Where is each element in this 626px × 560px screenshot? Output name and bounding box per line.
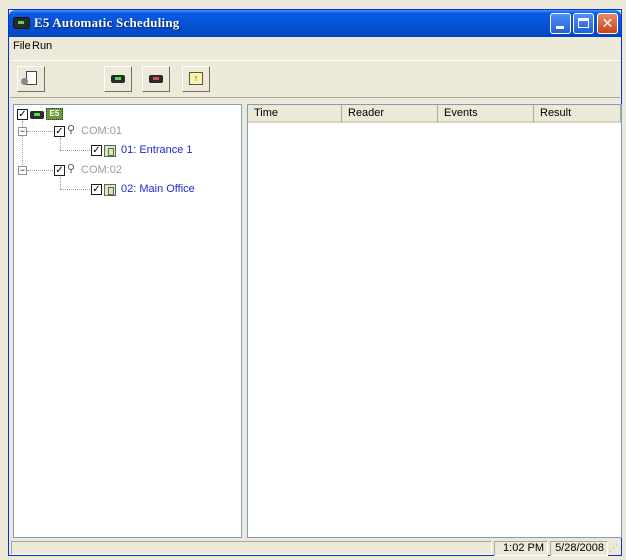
reader-1-label[interactable]: 01: Entrance 1 <box>121 144 193 156</box>
serial-port-icon: ⚲ <box>67 124 76 136</box>
root-checkbox[interactable]: ✓ <box>17 109 28 120</box>
column-header-time[interactable]: Time <box>248 105 342 123</box>
events-list[interactable]: Time Reader Events Result <box>247 104 622 538</box>
status-time: 1:02 PM <box>494 541 548 556</box>
reader-red-icon <box>149 75 163 83</box>
close-icon: ✕ <box>601 15 614 31</box>
app-window: E5 Automatic Scheduling ✕ File Run ↑ ✓ E… <box>8 9 622 556</box>
column-header-result[interactable]: Result <box>534 105 621 123</box>
document-settings-icon <box>21 71 37 85</box>
port-1-checkbox[interactable]: ✓ <box>54 126 65 137</box>
door-reader-icon <box>104 184 116 196</box>
stop-button[interactable] <box>142 66 170 92</box>
tree-connector <box>60 138 61 150</box>
list-header: Time Reader Events Result <box>248 105 621 123</box>
expander-port-1[interactable]: − <box>18 127 27 136</box>
reader-1-checkbox[interactable]: ✓ <box>91 145 102 156</box>
status-date: 5/28/2008 <box>550 541 608 556</box>
app-icon <box>13 17 30 29</box>
reader-green-icon <box>111 75 125 83</box>
door-reader-icon <box>104 145 116 157</box>
menu-bar: File Run <box>9 37 621 57</box>
status-bar: 1:02 PM 5/28/2008 ⋰ <box>9 540 621 556</box>
maximize-icon <box>578 18 589 28</box>
column-header-reader[interactable]: Reader <box>342 105 438 123</box>
resize-grip-icon[interactable]: ⋰ <box>609 543 619 554</box>
port-2-checkbox[interactable]: ✓ <box>54 165 65 176</box>
tree-connector <box>27 170 53 171</box>
reader-icon <box>30 111 44 119</box>
close-button[interactable]: ✕ <box>597 13 618 34</box>
menu-run[interactable]: Run <box>29 40 55 52</box>
minimize-icon <box>556 26 564 29</box>
start-button[interactable] <box>104 66 132 92</box>
upload-icon: ↑ <box>189 72 203 85</box>
reader-2-label[interactable]: 02: Main Office <box>121 183 195 195</box>
settings-button[interactable] <box>17 66 45 92</box>
minimize-button[interactable] <box>550 13 571 34</box>
port-1-label[interactable]: COM:01 <box>81 125 122 137</box>
upload-button[interactable]: ↑ <box>182 66 210 92</box>
device-tree[interactable]: ✓ E5 − ✓ ⚲ COM:01 ✓ 01: Entrance 1 − ✓ ⚲… <box>13 104 242 538</box>
title-bar[interactable]: E5 Automatic Scheduling ✕ <box>9 10 621 37</box>
expander-port-2[interactable]: − <box>18 166 27 175</box>
tree-connector <box>60 150 90 151</box>
tree-connector <box>60 189 90 190</box>
window-title: E5 Automatic Scheduling <box>34 15 180 30</box>
reader-2-checkbox[interactable]: ✓ <box>91 184 102 195</box>
tree-connector <box>27 131 53 132</box>
status-message-panel <box>11 541 492 555</box>
toolbar: ↑ <box>10 60 620 98</box>
maximize-button[interactable] <box>573 13 594 34</box>
port-2-label[interactable]: COM:02 <box>81 164 122 176</box>
root-label[interactable]: E5 <box>46 108 63 120</box>
tree-connector <box>60 177 61 189</box>
serial-port-icon: ⚲ <box>67 163 76 175</box>
column-header-events[interactable]: Events <box>438 105 534 123</box>
